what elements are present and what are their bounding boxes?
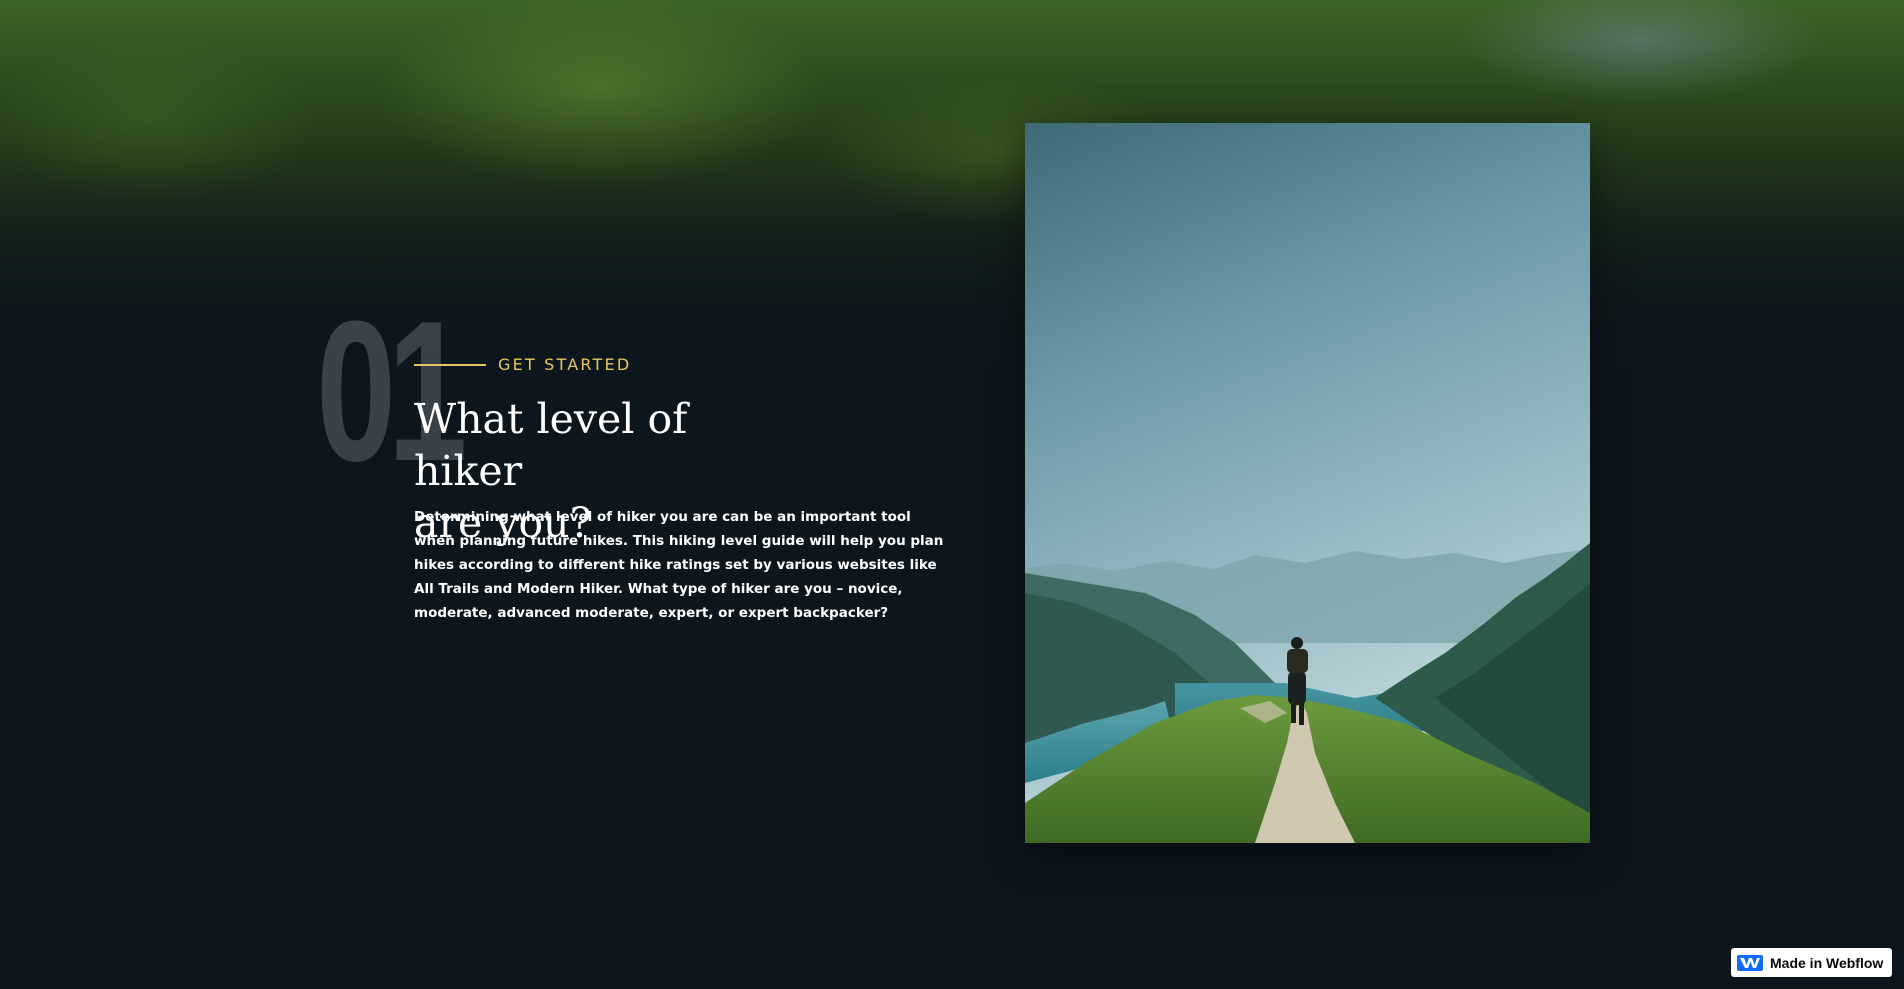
eyebrow-label: GET STARTED (498, 355, 632, 374)
badge-label: Made in Webflow (1770, 954, 1884, 971)
eyebrow: GET STARTED (414, 355, 631, 374)
webflow-logo-icon (1737, 954, 1763, 971)
eyebrow-divider-line (414, 363, 486, 366)
section-description: Determining what level of hiker you are … (414, 509, 944, 621)
hero-background-image (0, 0, 1904, 420)
hiker-photo (1025, 123, 1590, 843)
made-in-webflow-badge[interactable]: Made in Webflow (1731, 948, 1892, 977)
